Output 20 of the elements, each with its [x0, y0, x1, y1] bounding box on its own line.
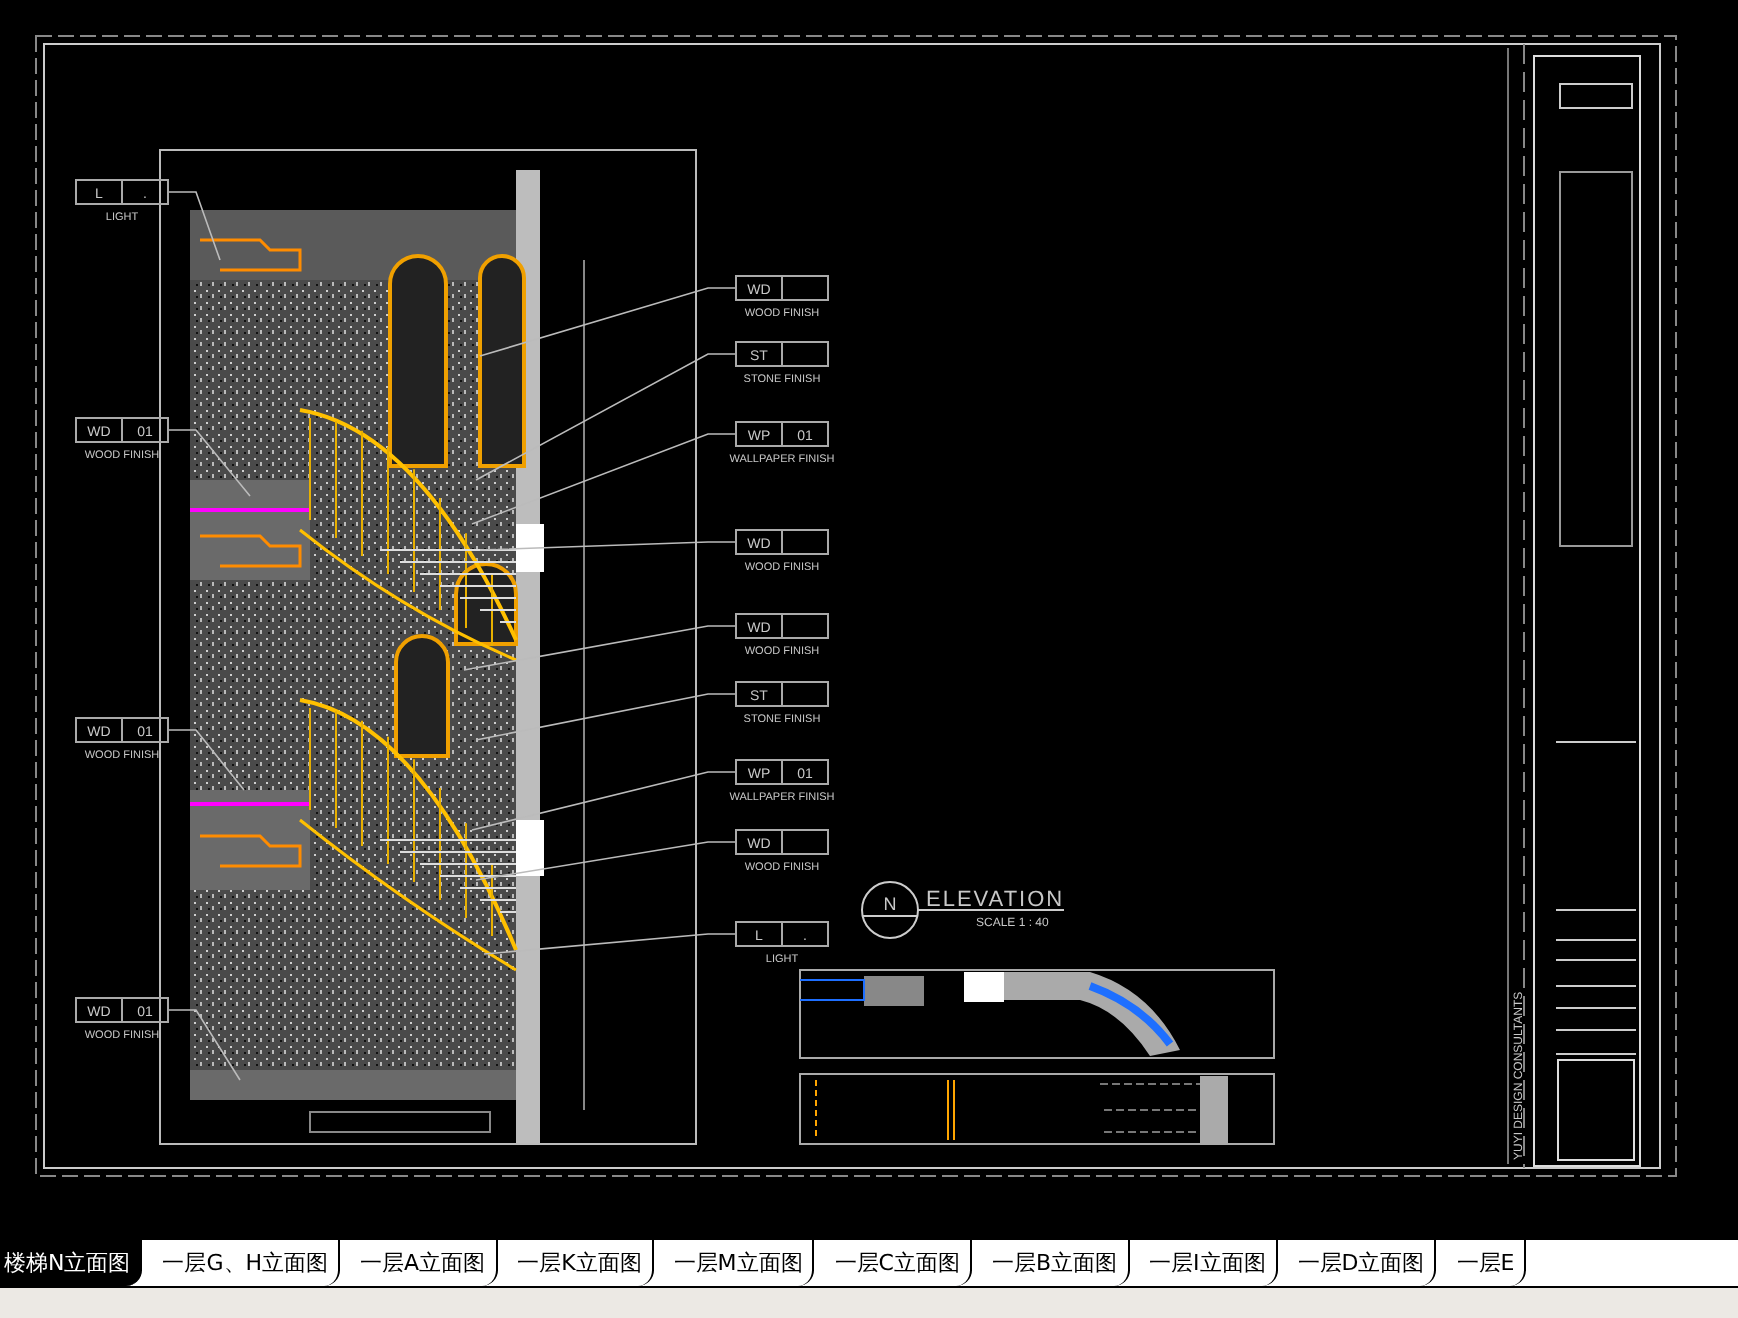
tag-frame [75, 417, 169, 443]
tag-frame [735, 341, 829, 367]
leader-line [167, 1009, 241, 1081]
leader-line [167, 429, 251, 497]
sheet-tab[interactable]: 楼梯N立面图 [0, 1240, 143, 1286]
tag-frame [735, 921, 829, 947]
tag-frame [735, 829, 829, 855]
tag-frame [735, 759, 829, 785]
tag-frame [75, 997, 169, 1023]
elevation-title: ELEVATION [926, 888, 1065, 912]
tag-frame [75, 717, 169, 743]
tag-frame [735, 421, 829, 447]
section-marker-letter: N [883, 894, 897, 914]
tag-frame [735, 613, 829, 639]
leader-line [167, 191, 221, 261]
tag-frame [735, 275, 829, 301]
leader-line [167, 729, 245, 791]
tag-frame [735, 681, 829, 707]
tag-frame [75, 179, 169, 205]
tag-frame [735, 529, 829, 555]
